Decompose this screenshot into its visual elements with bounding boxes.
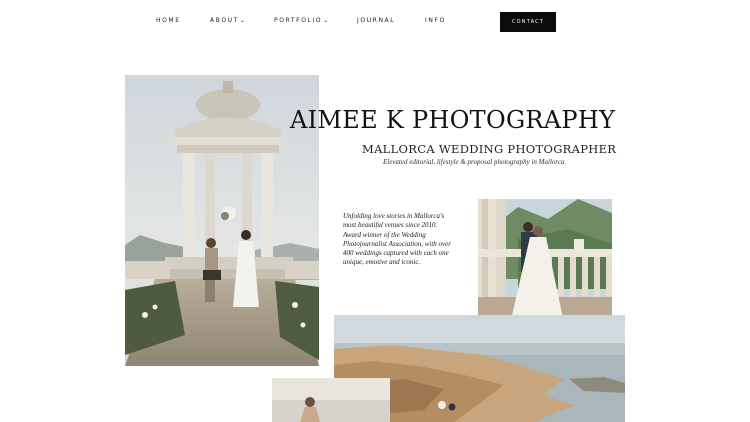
chevron-down-icon: ⌄ — [323, 17, 329, 24]
nav-home-label: HOME — [156, 17, 181, 24]
nav-journal-label: JOURNAL — [357, 17, 396, 24]
site-title: AIMEE K PHOTOGRAPHY — [290, 106, 616, 134]
nav-journal-link[interactable]: JOURNAL — [357, 17, 395, 24]
site-tagline: Elevated editorial, lifestyle & proposal… — [383, 158, 565, 166]
site-subtitle: MALLORCA WEDDING PHOTOGRAPHER — [362, 142, 617, 156]
nav-info-label: INFO — [425, 17, 446, 24]
balcony-couple-photo — [478, 199, 612, 333]
contact-button[interactable]: CONTACT — [500, 12, 556, 32]
chevron-down-icon: ⌄ — [239, 17, 245, 24]
nav-info-link[interactable]: INFO — [425, 17, 446, 24]
nav-about-label: ABOUT — [210, 17, 239, 24]
nav-portfolio-label: PORTFOLIO — [274, 17, 323, 24]
intro-paragraph: Unfolding love stories in Mallorca's mos… — [343, 212, 451, 267]
nav-about-link[interactable]: ABOUT⌄ — [210, 17, 245, 24]
beach-couple-photo — [272, 378, 390, 422]
main-navigation: HOME ABOUT⌄ PORTFOLIO⌄ JOURNAL INFO CONT… — [0, 0, 750, 44]
nav-portfolio-link[interactable]: PORTFOLIO⌄ — [274, 17, 328, 24]
nav-home-link[interactable]: HOME — [156, 17, 181, 24]
